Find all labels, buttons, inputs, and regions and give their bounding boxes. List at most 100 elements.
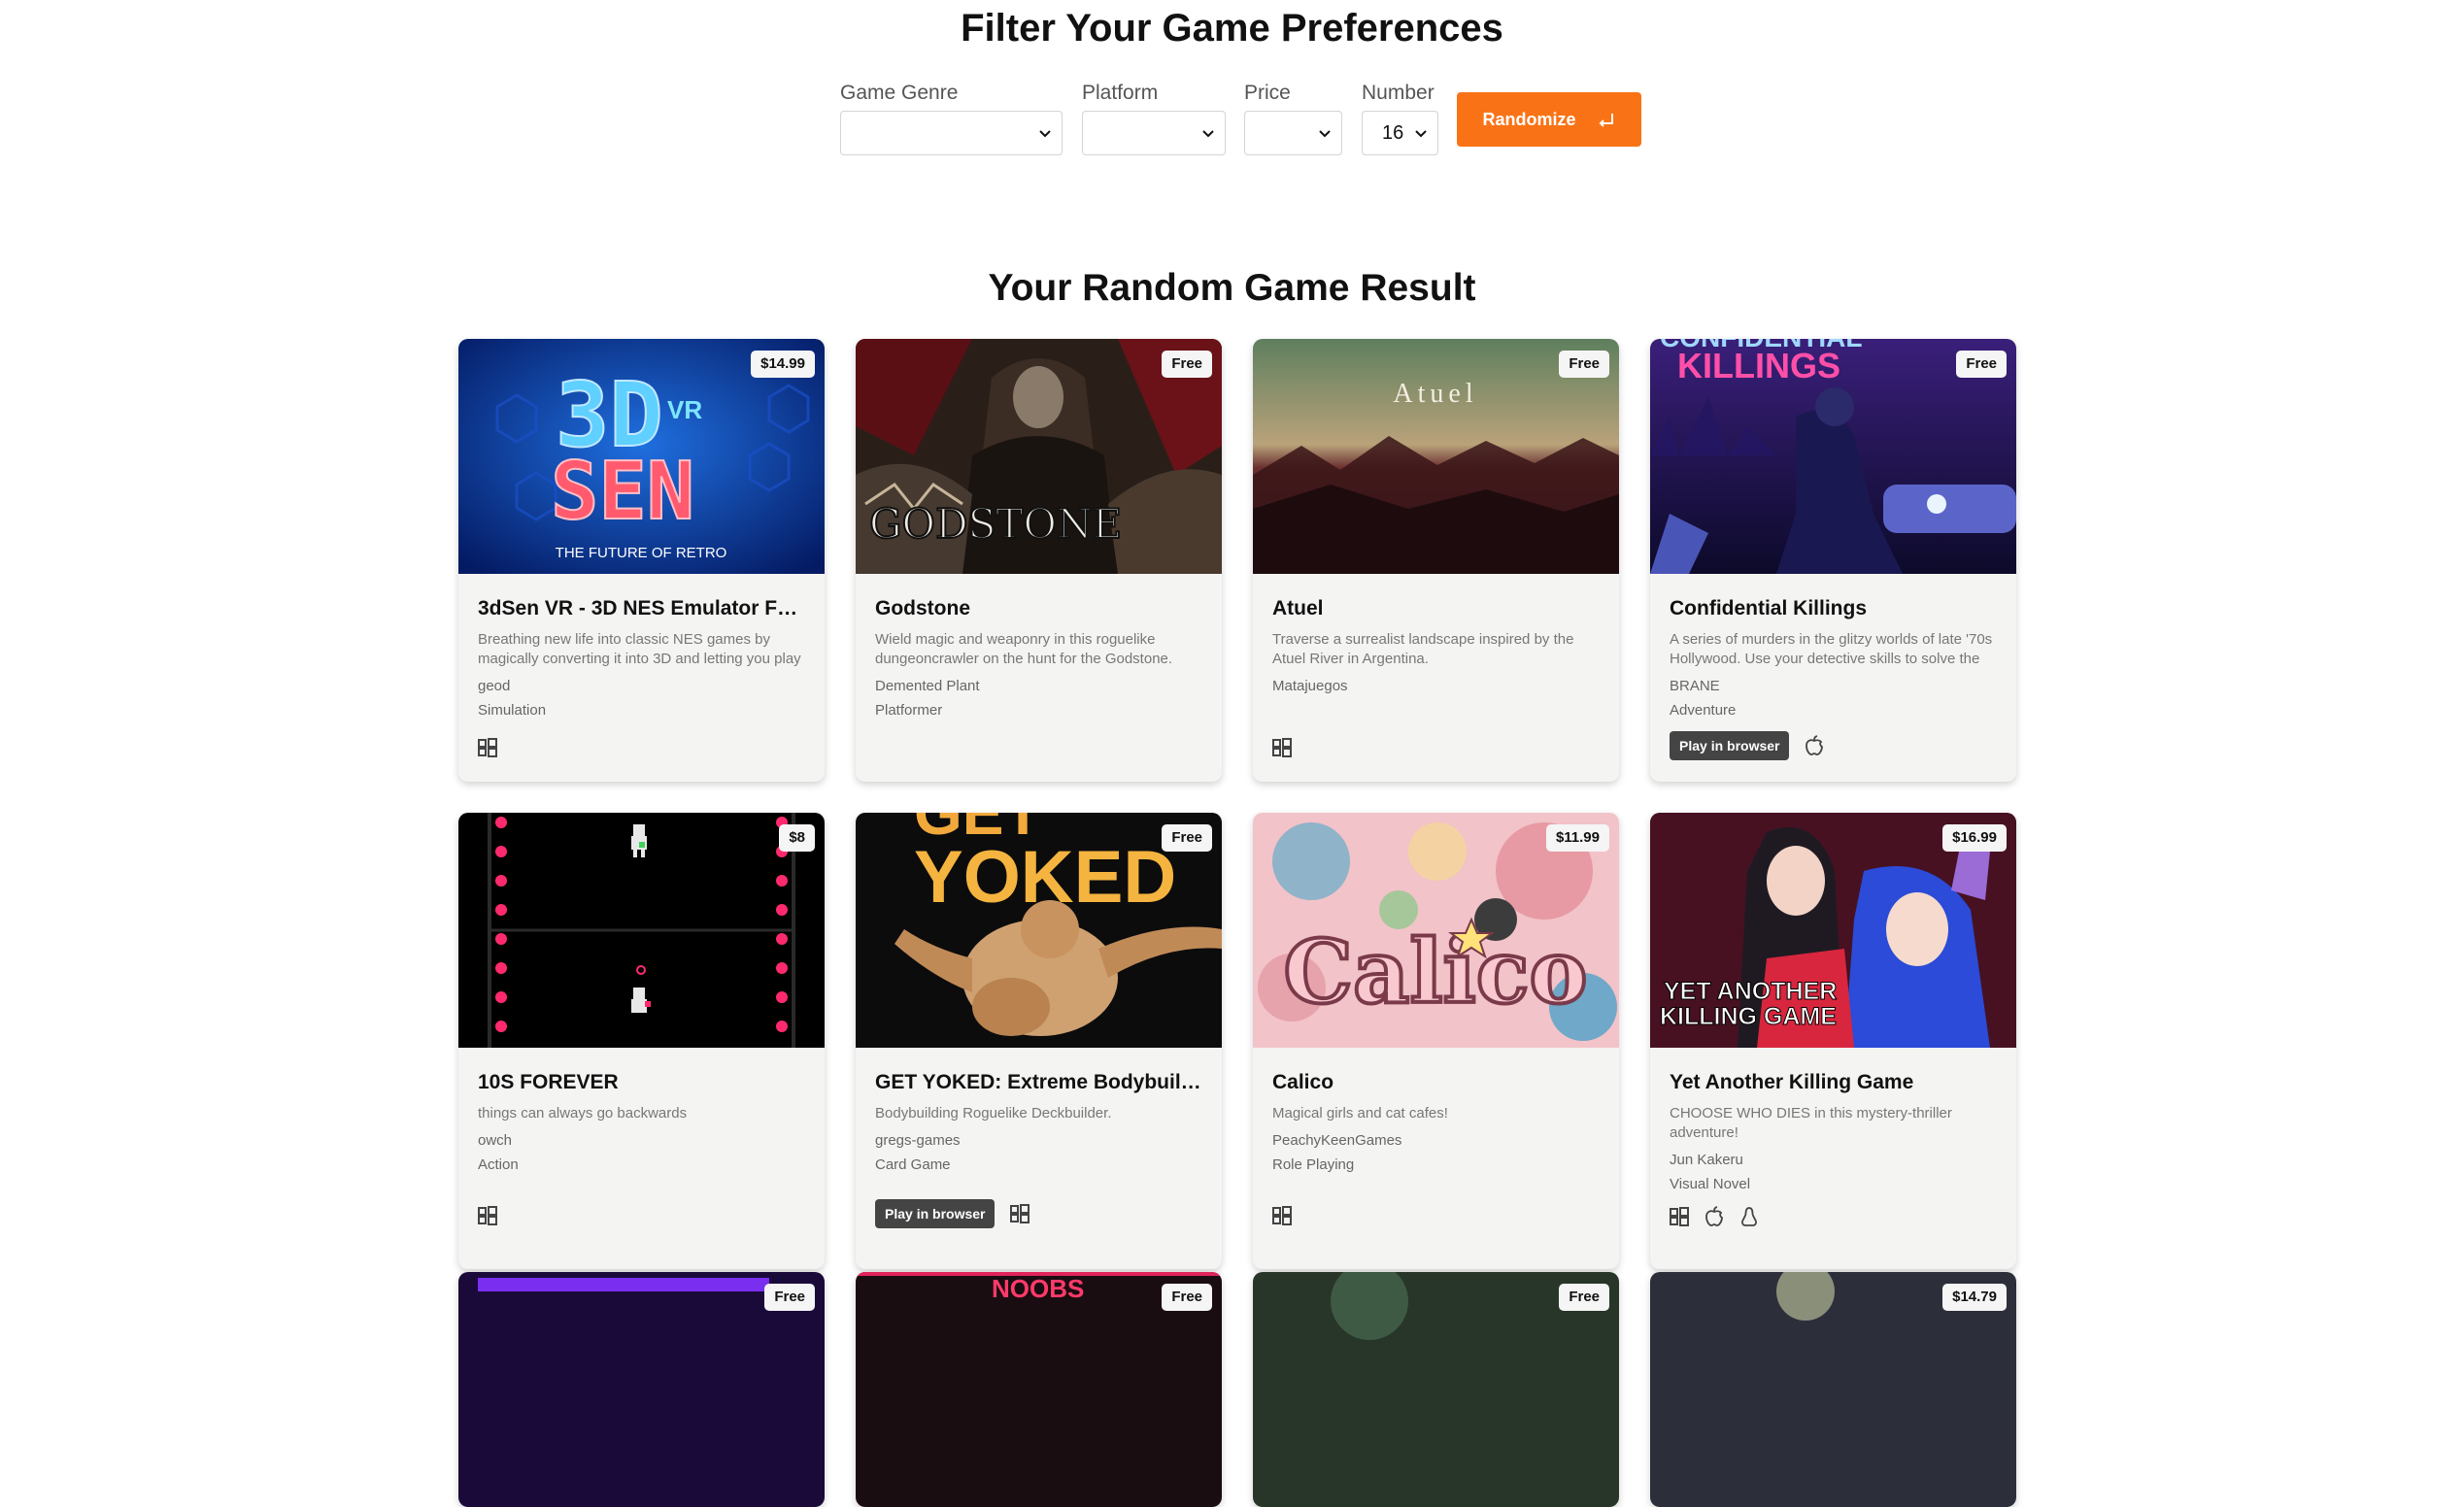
game-card[interactable]: NOOBS Free (856, 1272, 1222, 1507)
svg-text:VR: VR (667, 395, 702, 424)
game-developer: Jun Kakeru (1670, 1152, 1743, 1168)
play-in-browser-badge[interactable]: Play in browser (875, 1199, 996, 1228)
svg-text:SEN: SEN (551, 446, 694, 538)
platform-icons (1272, 738, 1307, 757)
game-developer: owch (478, 1132, 513, 1149)
game-title[interactable]: Yet Another Killing Game (1670, 1071, 2000, 1094)
chevron-down-icon (1319, 130, 1331, 138)
game-title[interactable]: 3dSen VR - 3D NES Emulator For VR (478, 597, 808, 620)
platform-icons (478, 738, 513, 757)
platform-icons: Play in browser (875, 1199, 1045, 1228)
price-badge: Free (764, 1284, 815, 1311)
game-description: Magical girls and cat cafes! (1272, 1105, 1448, 1122)
game-developer: Matajuegos (1272, 678, 1348, 694)
game-thumbnail: CONFIDENTIAL KILLINGS Free (1650, 339, 2016, 574)
windows-icon (1010, 1204, 1030, 1223)
randomize-label: Randomize (1482, 110, 1576, 129)
game-card[interactable]: Free (1253, 1272, 1619, 1507)
svg-text:KILLING GAME: KILLING GAME (1660, 1003, 1837, 1030)
svg-text:Atuel: Atuel (1393, 379, 1477, 409)
genre-filter: Game Genre (840, 82, 958, 105)
game-card[interactable]: $8 10S FOREVER things can always go back… (458, 813, 825, 1269)
windows-icon (1670, 1207, 1689, 1226)
number-select-value: 16 (1382, 122, 1404, 144)
game-thumbnail: $8 (458, 813, 825, 1048)
windows-icon (478, 738, 497, 757)
game-description: Wield magic and weaponry in this rogueli… (875, 631, 1173, 667)
game-card[interactable]: $14.79 (1650, 1272, 2016, 1507)
randomize-button[interactable]: Randomize (1457, 92, 1641, 147)
filter-title: Filter Your Game Preferences (961, 7, 1503, 50)
platform-filter: Platform (1082, 82, 1158, 105)
result-title: Your Random Game Result (988, 267, 1476, 309)
chevron-down-icon (1415, 130, 1427, 138)
apple-icon (1705, 1206, 1723, 1226)
game-card[interactable]: YET ANOTHER KILLING GAME $16.99 Yet Anot… (1650, 813, 2016, 1269)
price-select[interactable] (1244, 111, 1342, 155)
price-badge: Free (1559, 351, 1609, 378)
game-developer: Demented Plant (875, 678, 980, 694)
linux-icon (1741, 1207, 1757, 1226)
game-genre: Platformer (875, 702, 943, 719)
price-badge: Free (1162, 1284, 1212, 1311)
price-badge: $14.99 (751, 351, 815, 378)
platform-icons (478, 1206, 513, 1225)
game-card[interactable]: CONFIDENTIAL KILLINGS Free Confidential … (1650, 339, 2016, 782)
game-thumbnail: Free (458, 1272, 825, 1507)
game-thumbnail: Calico $11.99 (1253, 813, 1619, 1048)
game-genre: Card Game (875, 1156, 951, 1173)
svg-text:YET ANOTHER: YET ANOTHER (1664, 978, 1837, 1005)
price-badge: $8 (779, 824, 815, 852)
game-thumbnail: Atuel Free (1253, 339, 1619, 574)
game-card[interactable]: GET YOKED Free GET YOKED: Extreme Bodybu… (856, 813, 1222, 1269)
game-card[interactable]: GODSTONE Free Godstone Wield magic and w… (856, 339, 1222, 782)
platform-icons (1272, 1206, 1307, 1225)
game-title[interactable]: Godstone (875, 597, 1205, 620)
windows-icon (1272, 1206, 1292, 1225)
price-badge: $16.99 (1942, 824, 2007, 852)
genre-select[interactable] (840, 111, 1063, 155)
price-label: Price (1244, 82, 1291, 104)
game-title[interactable]: Atuel (1272, 597, 1603, 620)
game-title[interactable]: Confidential Killings (1670, 597, 2000, 620)
game-card[interactable]: 3D VR SEN THE FUTURE OF RETRO $14.99 3dS… (458, 339, 825, 782)
price-badge: $11.99 (1545, 824, 1609, 852)
game-genre: Simulation (478, 702, 547, 719)
game-description: Bodybuilding Roguelike Deckbuilder. (875, 1105, 1112, 1122)
game-developer: geod (478, 678, 511, 694)
game-thumbnail: NOOBS Free (856, 1272, 1222, 1507)
price-filter: Price (1244, 82, 1291, 105)
play-in-browser-badge[interactable]: Play in browser (1670, 731, 1790, 760)
game-genre: Action (478, 1156, 519, 1173)
chevron-down-icon (1202, 130, 1214, 138)
chevron-down-icon (1039, 130, 1051, 138)
svg-text:Calico: Calico (1283, 921, 1587, 1023)
game-description: Traverse a surrealist landscape inspired… (1272, 631, 1574, 667)
price-badge: Free (1956, 351, 2007, 378)
game-thumbnail: GODSTONE Free (856, 339, 1222, 574)
game-card[interactable]: Free (458, 1272, 825, 1507)
enter-icon (1599, 114, 1613, 127)
game-title[interactable]: Calico (1272, 1071, 1603, 1094)
game-card[interactable]: Atuel Free Atuel Traverse a surrealist l… (1253, 339, 1619, 782)
svg-text:NOOBS: NOOBS (992, 1274, 1084, 1303)
game-card[interactable]: Calico $11.99 Calico Magical girls and c… (1253, 813, 1619, 1269)
platform-select[interactable] (1082, 111, 1226, 155)
platform-icons (1670, 1206, 1774, 1227)
game-description: A series of murders in the glitzy worlds… (1670, 631, 1993, 667)
page: Filter Your Game Preferences Game Genre … (0, 0, 2464, 1507)
number-select[interactable]: 16 (1362, 111, 1438, 155)
game-developer: BRANE (1670, 678, 1720, 694)
apple-icon (1806, 735, 1824, 755)
game-developer: gregs-games (875, 1132, 961, 1149)
game-thumbnail: 3D VR SEN THE FUTURE OF RETRO $14.99 (458, 339, 825, 574)
svg-text:GODSTONE: GODSTONE (869, 500, 1122, 548)
game-genre: Role Playing (1272, 1156, 1355, 1173)
price-badge: Free (1559, 1284, 1609, 1311)
game-title[interactable]: 10S FOREVER (478, 1071, 808, 1094)
game-title[interactable]: GET YOKED: Extreme Bodybuilding (875, 1071, 1205, 1094)
game-description: things can always go backwards (478, 1105, 688, 1122)
game-genre: Adventure (1670, 702, 1737, 719)
price-badge: Free (1162, 351, 1212, 378)
game-description: CHOOSE WHO DIES in this mystery-thriller… (1670, 1105, 1952, 1141)
